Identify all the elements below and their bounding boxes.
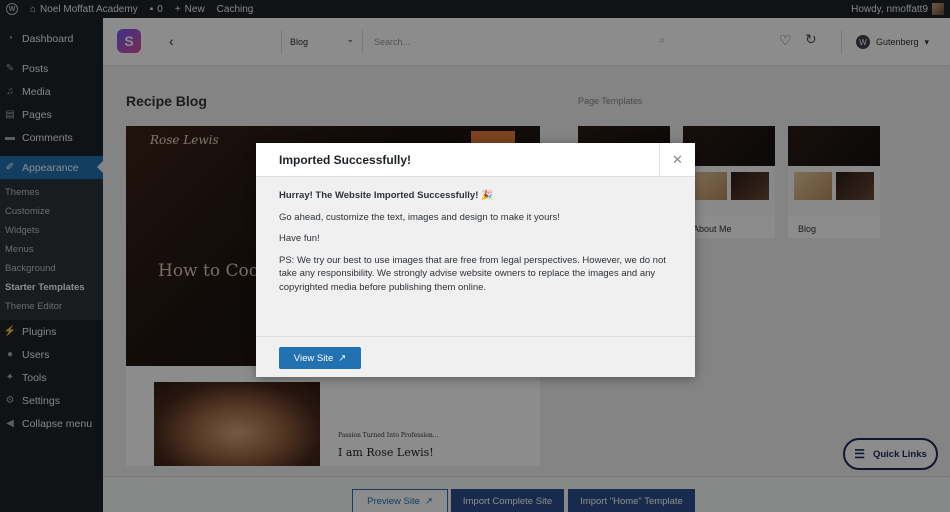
modal-disclaimer: PS: We try our best to use images that a… — [279, 254, 666, 293]
external-link-icon: ↗ — [338, 352, 347, 364]
modal-title: Imported Successfully! — [279, 153, 412, 167]
modal-body: Hurray! The Website Imported Successfull… — [256, 177, 695, 294]
modal-paragraph: Have fun! — [279, 233, 320, 244]
import-success-modal: Imported Successfully! ✕ Hurray! The Web… — [256, 143, 695, 377]
view-site-label: View Site — [293, 352, 334, 364]
modal-footer: View Site ↗ — [256, 336, 695, 377]
modal-header: Imported Successfully! ✕ — [256, 143, 695, 177]
modal-lead: Hurray! The Website Imported Successfull… — [279, 190, 493, 201]
view-site-button[interactable]: View Site ↗ — [279, 347, 361, 369]
close-icon[interactable]: ✕ — [659, 143, 695, 177]
modal-paragraph: Go ahead, customize the text, images and… — [279, 211, 560, 223]
